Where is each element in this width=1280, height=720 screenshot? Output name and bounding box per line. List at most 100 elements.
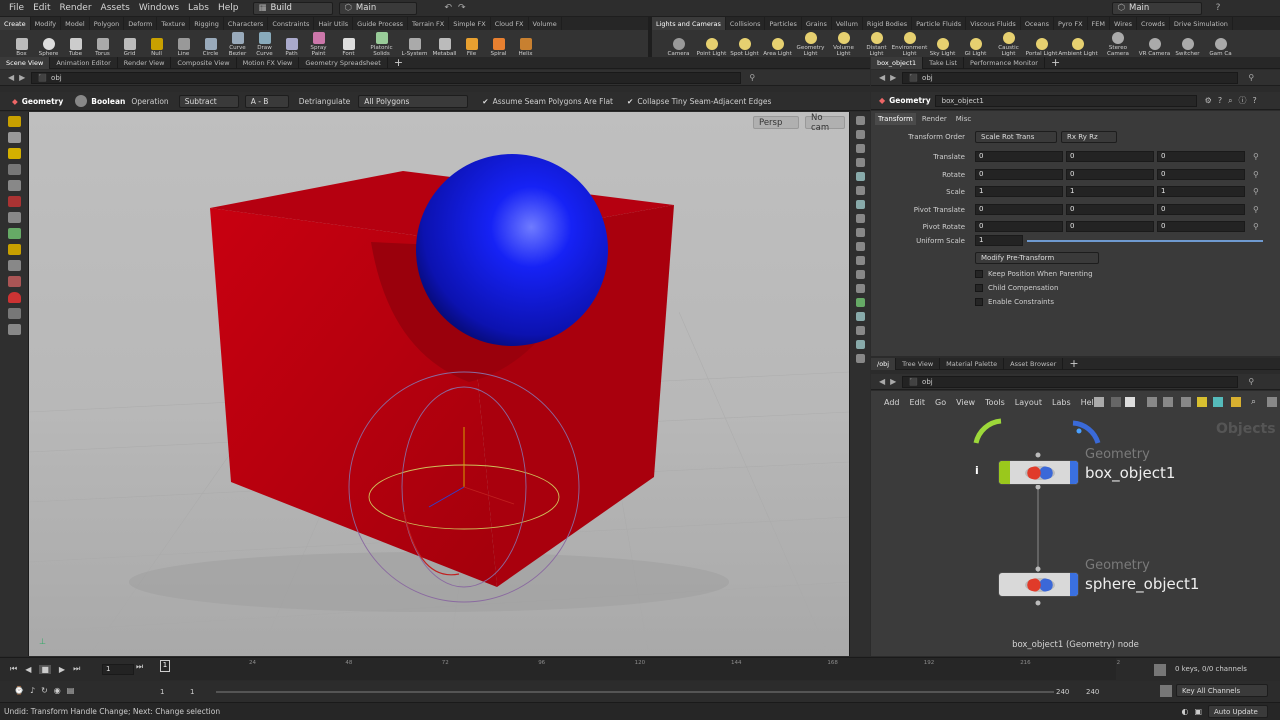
menu-render[interactable]: Render [60,3,92,13]
help-icon[interactable]: ? [1216,3,1221,13]
view-tool-icon[interactable] [7,244,21,255]
tool-gam-ca[interactable]: Gam Ca [1204,30,1237,57]
rotate-x-field[interactable]: 0 [975,168,1063,180]
tool-curve-bezier[interactable]: Curve Bezier [224,30,251,57]
shaded-icon[interactable] [855,172,865,181]
menu-assets[interactable]: Assets [101,3,130,13]
display-options-icon[interactable] [855,116,865,125]
points-icon[interactable] [855,214,865,223]
pivot-translate-y-field[interactable]: 0 [1066,203,1154,215]
range-slider[interactable] [216,691,1054,693]
primitives-icon[interactable] [855,242,865,251]
tool-sphere[interactable]: Sphere [35,30,62,57]
network-pane[interactable]: Add Edit Go View Tools Layout Labs Help … [871,391,1280,656]
keys-icon[interactable] [1154,664,1166,676]
pivot-translate-z-field[interactable]: 0 [1157,203,1245,215]
light-tool-icon[interactable] [7,276,21,287]
last-frame-icon[interactable]: ⏭ [73,664,80,674]
uniform-scale-slider[interactable] [1027,240,1263,242]
tool-camera[interactable]: Camera [662,30,695,57]
play-back-icon[interactable]: ◀ [25,665,31,674]
net-back-icon[interactable]: ◀ [879,377,885,386]
translate-key-icon[interactable]: ⚲ [1253,152,1259,161]
rotate-tool-icon[interactable] [7,148,21,159]
seam-flat-checkbox[interactable]: ✔ [482,97,488,106]
transform-order-select[interactable]: Scale Rot Trans [975,131,1057,143]
tab-geometry-spreadsheet[interactable]: Geometry Spreadsheet [299,56,388,69]
shelf-tab-drive-simulation[interactable]: Drive Simulation [1170,17,1233,30]
range-start-visible[interactable]: 1 [190,688,194,696]
shelf-tab-polygon[interactable]: Polygon [90,17,125,30]
render-region-icon[interactable] [7,260,21,271]
operation-select[interactable]: Subtract [178,94,239,108]
shelf-tab-simple-fx[interactable]: Simple FX [449,17,491,30]
shelf-tab-terrain-fx[interactable]: Terrain FX [408,17,450,30]
shelf-tab-guide-process[interactable]: Guide Process [353,17,408,30]
net-pin-icon[interactable]: ⚲ [1248,377,1254,386]
tool-l-system[interactable]: L-System [398,30,431,57]
tool-helix[interactable]: Helix [512,30,539,57]
tool-torus[interactable]: Torus [89,30,116,57]
tab-scene-view[interactable]: Scene View [0,56,51,69]
rotate-z-field[interactable]: 0 [1157,168,1245,180]
keep-position-checkbox[interactable] [975,270,983,278]
shelf-tab-viscous-fluids[interactable]: Viscous Fluids [966,17,1021,30]
tool-path[interactable]: Path [278,30,305,57]
frame-ruler[interactable]: 1 24 48 72 96 120 144 168 192 216 2 [160,658,1120,680]
template-icon[interactable] [855,284,865,293]
stop-icon[interactable]: ■ [39,664,51,674]
key-all-icon[interactable] [1160,685,1172,697]
playhead[interactable]: 1 [160,660,170,672]
range-end-visible[interactable]: 240 [1056,688,1069,696]
shelf-tab-modify[interactable]: Modify [31,17,62,30]
shelf-tab-particles[interactable]: Particles [765,17,802,30]
tool-gi-light[interactable]: GI Light [959,30,992,57]
tool-geometry-light[interactable]: Geometry Light [794,30,827,57]
tool-environment-light[interactable]: Environment Light [892,30,927,57]
help-param-icon[interactable]: ? [1218,96,1222,105]
shelf-tab-model[interactable]: Model [61,17,90,30]
realtime-icon[interactable]: ⌚ [14,686,24,695]
tab-performance-monitor[interactable]: Performance Monitor [964,56,1045,69]
rotate-y-field[interactable]: 0 [1066,168,1154,180]
wire-icon[interactable] [855,158,865,167]
shelf-tab-rigid-bodies[interactable]: Rigid Bodies [863,17,913,30]
tool-stereo-camera[interactable]: Stereo Camera [1098,30,1138,57]
shelf-tab-grains[interactable]: Grains [802,17,832,30]
normals-icon[interactable] [855,228,865,237]
select-tool-icon[interactable] [7,116,21,127]
bg-icon[interactable] [855,312,865,321]
menu-file[interactable]: File [9,3,24,13]
menu-edit[interactable]: Edit [33,3,50,13]
path-field[interactable]: ⬛ obj [31,71,742,84]
translate-y-field[interactable]: 0 [1066,151,1154,162]
polygons-select[interactable]: All Polygons [358,94,469,108]
tab-box-object1[interactable]: box_object1 [871,56,924,69]
shelf-tab-volume[interactable]: Volume [529,17,562,30]
tool-caustic-light[interactable]: Caustic Light [992,30,1025,57]
uv-icon[interactable] [855,270,865,279]
scale-z-field[interactable]: 1 [1157,186,1245,197]
shelf-tab-crowds[interactable]: Crowds [1137,17,1170,30]
right-back-icon[interactable]: ◀ [879,73,885,82]
sphere-object1-node[interactable] [998,572,1079,597]
range-start[interactable]: 1 [160,688,164,696]
pose-tool-icon[interactable] [7,196,21,207]
modify-pre-transform-button[interactable]: Modify Pre-Transform [975,252,1099,264]
scale-tool-icon[interactable] [7,164,21,175]
tool-portal-light[interactable]: Portal Light [1025,30,1058,57]
viewport-canvas[interactable]: ⊥ [29,112,849,656]
snapshot-icon[interactable] [855,340,865,349]
tool-area-light[interactable]: Area Light [761,30,794,57]
grid-tool-icon[interactable] [7,308,21,319]
tab-material-palette[interactable]: Material Palette [940,357,1005,370]
lock-icon[interactable] [757,116,763,122]
workspace-select[interactable]: ⬡ Main [338,1,417,15]
scale-key-icon[interactable]: ⚲ [1253,187,1259,196]
pivot-rotate-x-field[interactable]: 0 [975,221,1063,232]
tool-sky-light[interactable]: Sky Light [926,30,959,57]
tab-tree-view[interactable]: Tree View [896,357,941,370]
net-path-field[interactable]: ⬛ obj [902,375,1239,388]
shelf-tab-pyro-fx[interactable]: Pyro FX [1054,17,1088,30]
play-icon[interactable]: ▶ [59,665,65,674]
